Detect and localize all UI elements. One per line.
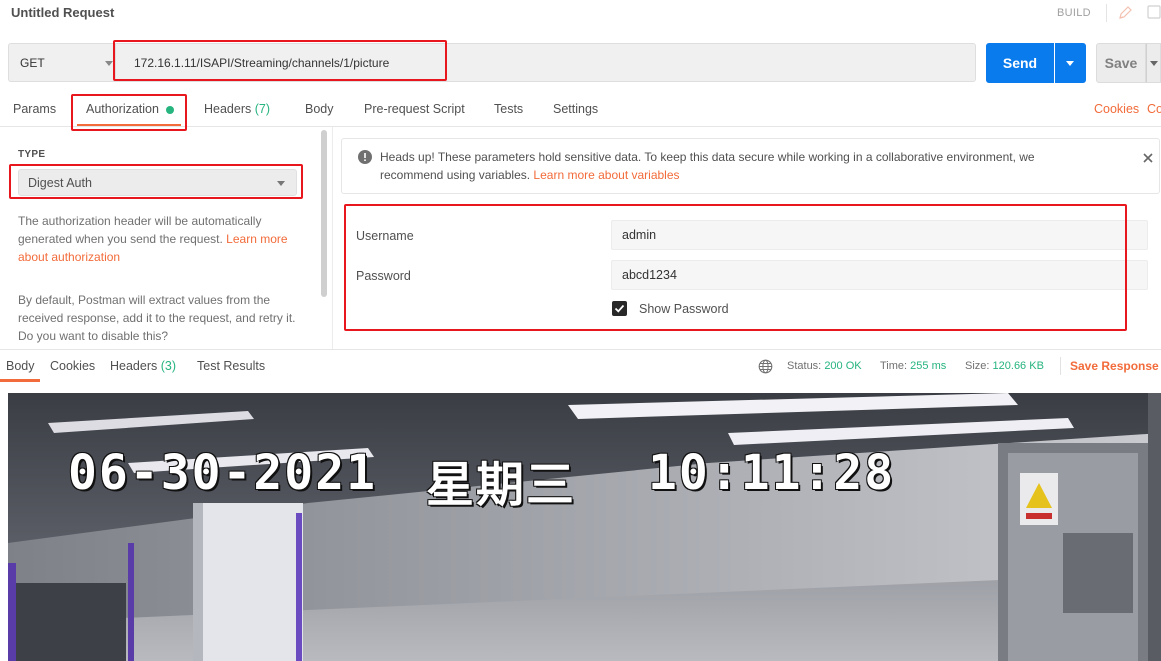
learn-more-variables-link[interactable]: Learn more about variables: [533, 168, 679, 182]
auth-description-text: The authorization header will be automat…: [18, 214, 262, 246]
left-panel-scroll-thumb[interactable]: [321, 130, 327, 297]
tab-headers-count: (7): [254, 102, 271, 116]
response-tab-cookies[interactable]: Cookies: [50, 359, 95, 373]
panel-divider[interactable]: [332, 127, 333, 349]
meta-divider: [1060, 357, 1061, 375]
tab-headers-label: Headers: [204, 102, 252, 116]
authorization-tab-highlight-box: [71, 94, 187, 131]
osd-time: 10:11:28: [648, 445, 896, 501]
method-value: GET: [20, 56, 45, 70]
info-icon: [358, 150, 372, 164]
response-tab-body[interactable]: Body: [6, 359, 35, 373]
titlebar-divider: [1106, 4, 1107, 22]
pencil-icon[interactable]: [1116, 4, 1134, 22]
status-label: Status:: [787, 360, 822, 372]
response-size: Size: 120.66 KB: [965, 360, 1044, 372]
response-tab-headers[interactable]: Headers (3): [110, 359, 176, 373]
response-tab-headers-label: Headers: [110, 359, 158, 373]
tab-settings[interactable]: Settings: [553, 102, 598, 116]
response-time: Time: 255 ms: [880, 360, 946, 372]
send-button[interactable]: Send: [986, 43, 1054, 83]
build-mode-label[interactable]: BUILD: [1057, 7, 1091, 19]
tab-prerequest-script[interactable]: Pre-request Script: [364, 102, 465, 116]
auth-description: The authorization header will be automat…: [18, 212, 302, 266]
comment-icon[interactable]: [1146, 4, 1161, 22]
osd-weekday: 星期三: [426, 457, 577, 513]
osd-date: 06-30-2021: [68, 445, 377, 501]
chevron-down-icon: [1066, 61, 1074, 66]
camera-scene: [8, 393, 1161, 661]
tab-body[interactable]: Body: [305, 102, 334, 116]
chevron-down-icon: [105, 61, 113, 66]
globe-icon[interactable]: [758, 359, 773, 374]
send-options-button[interactable]: [1055, 43, 1086, 83]
size-label: Size:: [965, 360, 990, 372]
title-bar: Untitled Request BUILD: [0, 0, 1161, 28]
tab-params[interactable]: Params: [13, 102, 56, 116]
auth-retry-note: By default, Postman will extract values …: [18, 293, 296, 343]
tab-headers[interactable]: Headers (7): [204, 102, 270, 116]
status-value: 200 OK: [824, 360, 862, 372]
close-icon[interactable]: [1142, 152, 1154, 164]
size-value: 120.66 KB: [992, 360, 1044, 372]
save-button[interactable]: Save: [1096, 43, 1146, 83]
tab-tests[interactable]: Tests: [494, 102, 523, 116]
chevron-down-icon: [1150, 61, 1158, 66]
response-tab-test-results[interactable]: Test Results: [197, 359, 265, 373]
auth-type-heading: TYPE: [18, 149, 46, 160]
time-label: Time:: [880, 360, 908, 372]
code-link[interactable]: Co: [1147, 102, 1161, 116]
auth-type-highlight-box: [9, 164, 303, 199]
camera-snapshot-image: 06-30-2021 星期三 10:11:28: [8, 393, 1161, 661]
notice-message: Heads up! These parameters hold sensitiv…: [380, 148, 1100, 184]
response-status: Status: 200 OK: [787, 360, 862, 372]
credentials-highlight-box: [344, 204, 1127, 331]
response-tab-headers-count: (3): [160, 359, 177, 373]
url-highlight-box: [113, 40, 447, 81]
sensitive-data-notice: Heads up! These parameters hold sensitiv…: [341, 138, 1160, 194]
time-value: 255 ms: [910, 360, 947, 372]
request-title[interactable]: Untitled Request: [11, 5, 114, 20]
save-options-button[interactable]: [1146, 43, 1161, 83]
save-response-button[interactable]: Save Response: [1070, 359, 1159, 373]
notice-text: Heads up! These parameters hold sensitiv…: [380, 150, 1035, 182]
cookies-link[interactable]: Cookies: [1094, 102, 1139, 116]
response-active-tab-indicator: [0, 379, 40, 382]
method-select[interactable]: GET: [8, 43, 115, 82]
